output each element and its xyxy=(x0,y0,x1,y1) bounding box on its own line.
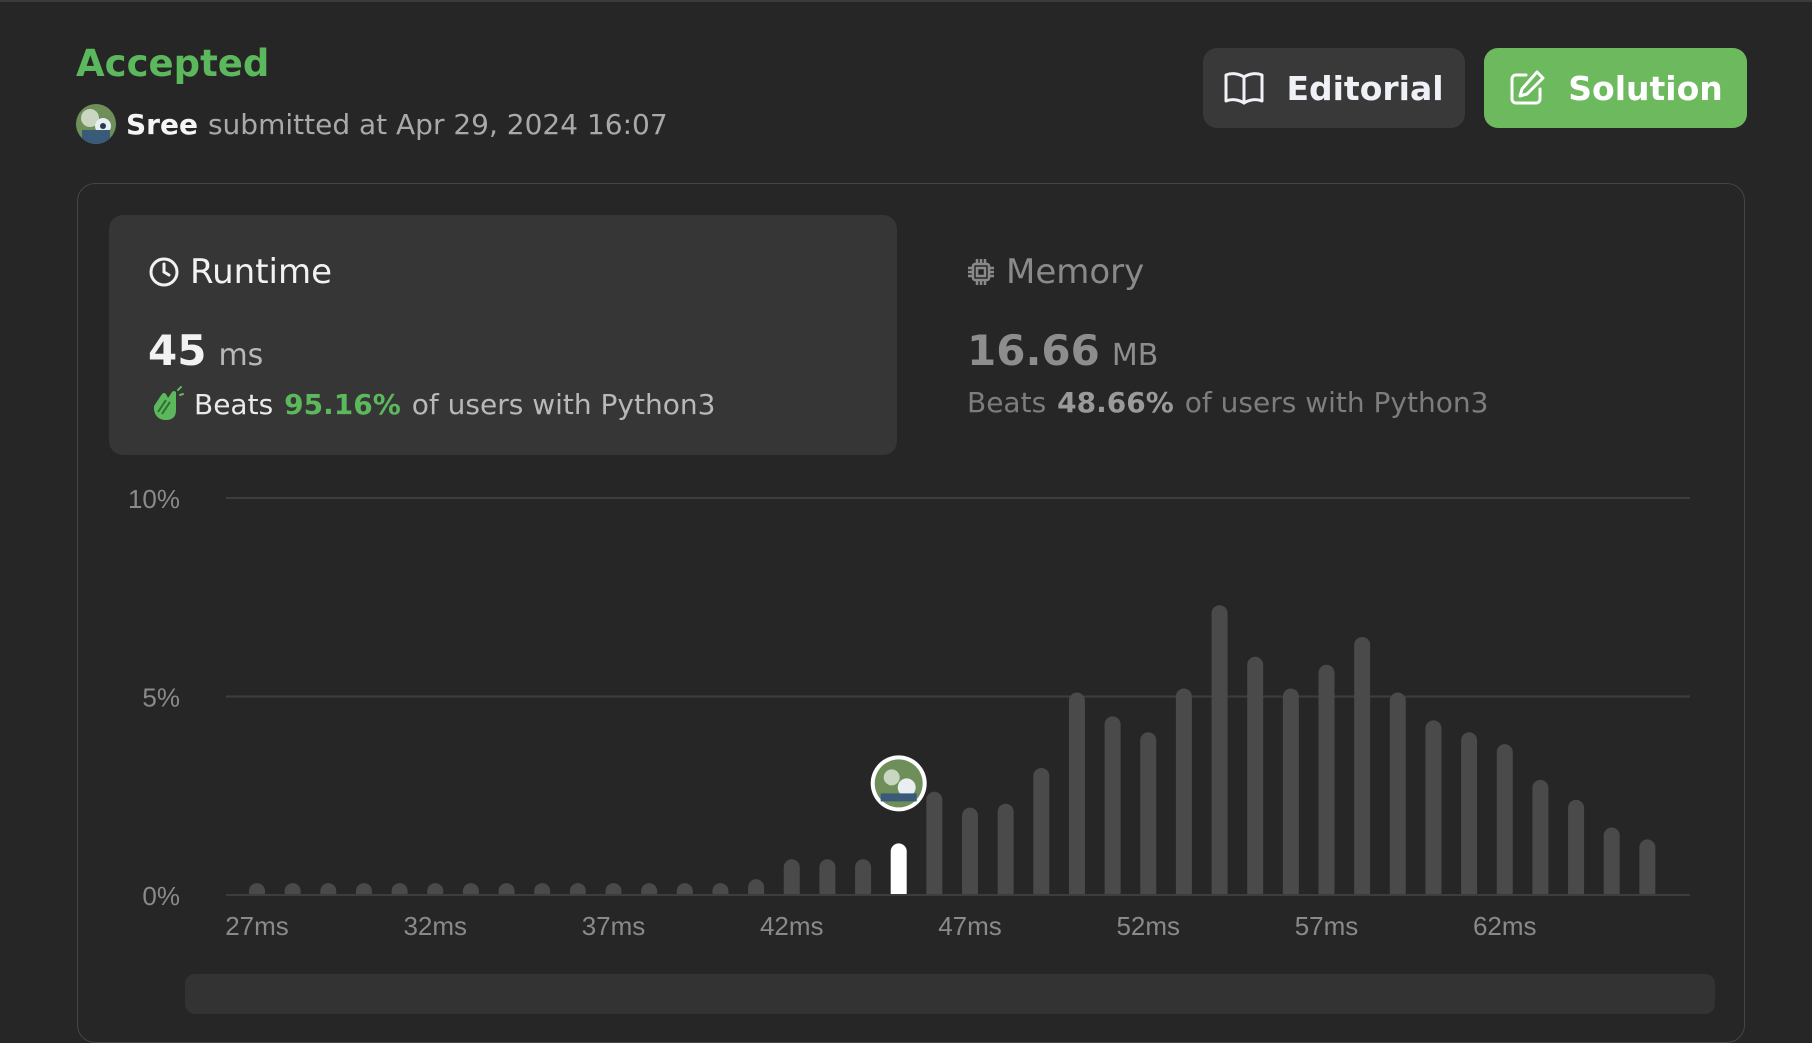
chart-bar xyxy=(1247,656,1264,901)
chart-bar xyxy=(1033,767,1050,901)
chart-bar xyxy=(1068,692,1085,901)
chart-bar xyxy=(1140,732,1157,901)
bar-avatar-detail xyxy=(883,769,900,786)
x-axis-baseline-mask xyxy=(216,895,1700,907)
chart-bar xyxy=(962,807,978,901)
runtime-distribution-chart[interactable]: 0% 5% 10% 27ms 32ms 37ms 42ms 47ms 52ms 57ms 62ms xyxy=(0,0,1812,1000)
chart-bar xyxy=(1461,732,1478,901)
y-tick-label: 0% xyxy=(142,881,180,911)
y-tick-label: 5% xyxy=(142,683,180,713)
chart-bar xyxy=(1603,827,1620,901)
chart-bar xyxy=(1104,716,1121,901)
x-tick-label: 57ms xyxy=(1295,911,1359,941)
x-tick-label: 52ms xyxy=(1116,911,1180,941)
chart-bar xyxy=(1389,692,1406,901)
chart-bar xyxy=(1425,720,1442,901)
x-tick-label: 27ms xyxy=(225,911,289,941)
bar-avatar-detail xyxy=(880,793,917,802)
chart-bar xyxy=(1318,664,1335,901)
chart-bar xyxy=(997,803,1014,901)
chart-bar xyxy=(926,791,943,901)
y-tick-label: 10% xyxy=(128,484,180,514)
chart-bar xyxy=(1639,839,1656,901)
chart-bar xyxy=(1354,636,1371,901)
chart-bar xyxy=(1532,779,1549,901)
chart-bar xyxy=(1175,688,1192,901)
x-tick-label: 32ms xyxy=(403,911,467,941)
x-tick-label: 47ms xyxy=(938,911,1002,941)
chart-bar xyxy=(1568,799,1585,901)
chart-range-scrollbar[interactable] xyxy=(185,974,1715,1014)
chart-bar xyxy=(1496,744,1513,901)
chart-bar xyxy=(1211,605,1228,901)
x-tick-label: 62ms xyxy=(1473,911,1537,941)
x-tick-label: 42ms xyxy=(760,911,824,941)
chart-bar-selected xyxy=(890,843,907,901)
chart-bar xyxy=(1282,688,1299,901)
x-tick-label: 37ms xyxy=(582,911,646,941)
